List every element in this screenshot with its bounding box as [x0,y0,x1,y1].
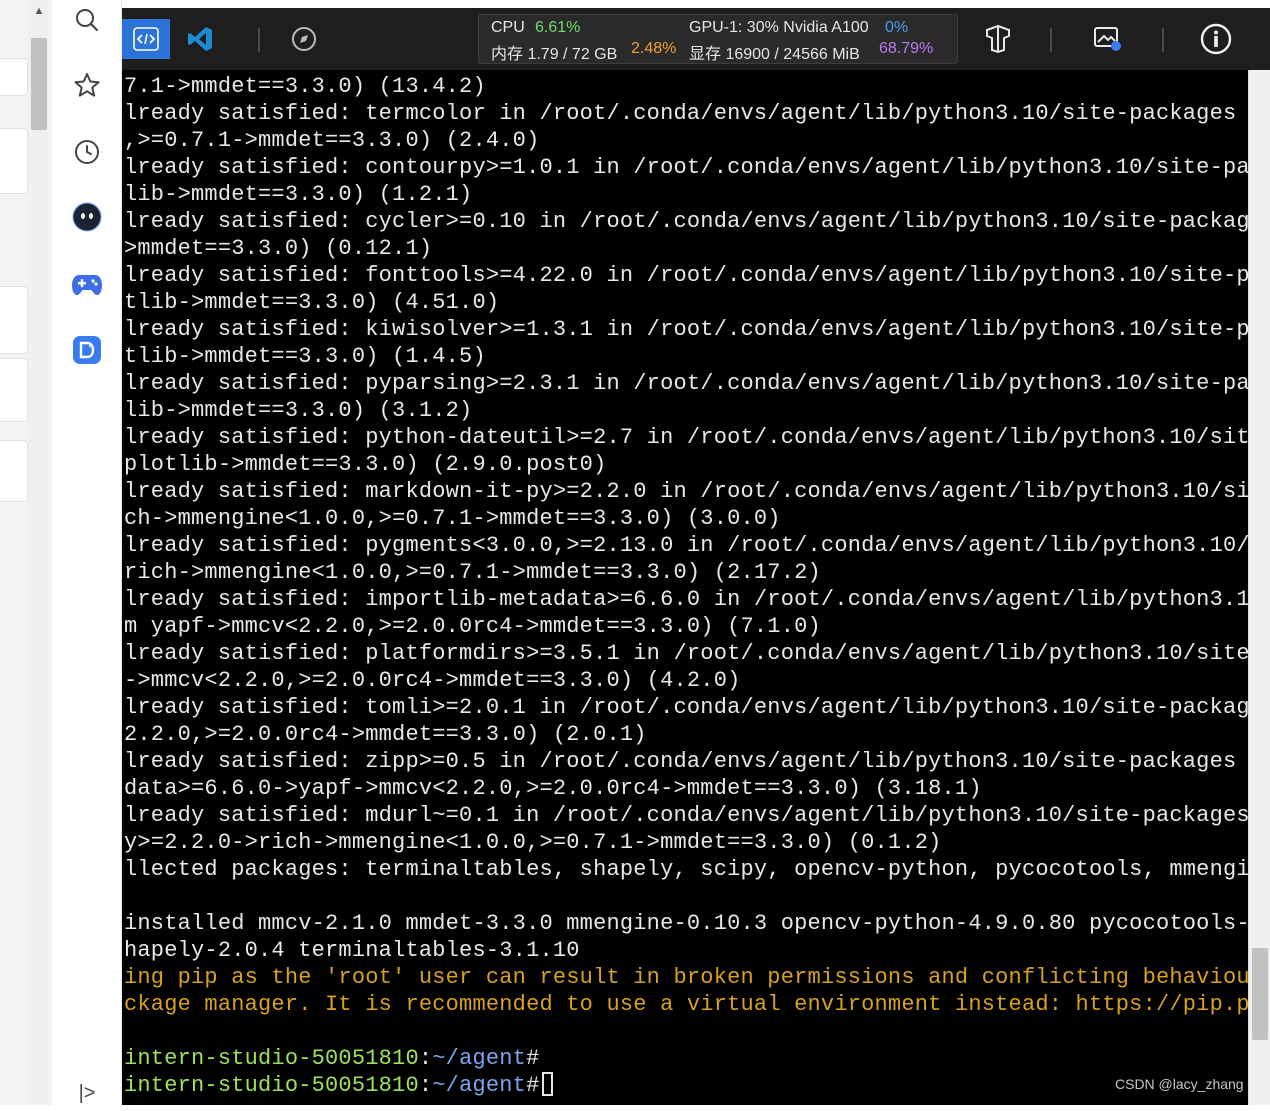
terminal-line: lready satisfied: platformdirs>=3.5.1 in… [124,641,1248,666]
strip-tab[interactable] [0,286,28,354]
vram-label: 显存 16900 / 24566 MiB [689,46,860,63]
prompt-symbol: # [526,1073,540,1098]
gpu-label: GPU-1: 30% Nvidia A100 [689,19,869,36]
prompt-symbol: # [526,1046,540,1071]
history-icon[interactable] [69,134,105,170]
terminal-line: lready satisfied: pygments<3.0.0,>=2.13.… [124,533,1248,558]
terminal-line: ,>=0.7.1->mmdet==3.3.0) (2.4.0) [124,128,540,153]
terminal-line: rich->mmengine<1.0.0,>=0.7.1->mmdet==3.3… [124,560,821,585]
mem-value: 2.48% [631,40,677,57]
strip-tab[interactable] [0,128,28,194]
resource-stats-panel: CPU 6.61% 内存 1.79 / 72 GB 2.48% GPU-1: 3… [478,14,958,64]
terminal-line: lready satisfied: termcolor in /root/.co… [124,101,1248,126]
terminal-line: lready satisfied: markdown-it-py>=2.2.0 … [124,479,1248,504]
app-icon[interactable] [69,332,105,368]
terminal-line: m yapf->mmcv<2.2.0,>=2.0.0rc4->mmdet==3.… [124,614,821,639]
terminal-line: lready satisfied: pyparsing>=2.3.1 in /r… [124,371,1248,396]
prompt-separator: : [418,1046,433,1071]
terminal-line: lib->mmdet==3.3.0) (1.2.1) [124,182,473,207]
compass-icon[interactable] [284,19,324,59]
terminal-line: lready satisfied: fonttools>=4.22.0 in /… [124,263,1248,288]
toolbar-separator [1050,28,1052,52]
gpu-value: 0% [885,19,909,36]
terminal-line: llected packages: terminaltables, shapel… [124,857,1248,882]
prompt-separator: : [418,1073,433,1098]
strip-tab[interactable] [0,58,28,96]
prompt-host: intern-studio-50051810 [124,1073,419,1098]
scrollbar-thumb[interactable] [31,38,47,130]
model-icon[interactable] [978,19,1018,59]
terminal-line: ->mmcv<2.2.0,>=2.0.0rc4->mmdet==3.3.0) (… [124,668,741,693]
terminal-line: lready satisfied: contourpy>=1.0.1 in /r… [124,155,1248,180]
image-icon[interactable] [1088,19,1128,59]
icon-sidebar: |> [52,0,122,1105]
terminal-scrollbar[interactable] [1248,70,1270,1105]
terminal-line: hapely-2.0.4 terminaltables-3.1.10 [124,938,580,963]
gamepad-icon[interactable] [69,266,105,302]
prompt-path: ~/agent [432,1046,527,1071]
terminal-line: lready satisfied: mdurl~=0.1 in /root/.c… [124,803,1248,828]
watermark: CSDN @lacy_zhang [1115,1076,1244,1092]
top-toolbar: CPU 6.61% 内存 1.79 / 72 GB 2.48% GPU-1: 3… [122,8,1270,70]
prompt-path: ~/agent [432,1073,527,1098]
toolbar-separator [258,28,260,52]
terminal-cursor [541,1072,553,1096]
terminal-line: 2.2.0,>=2.0.0rc4->mmdet==3.3.0) (2.0.1) [124,722,647,747]
search-icon[interactable] [69,2,105,38]
expand-sidebar-icon[interactable]: |> [69,1075,105,1111]
mem-label: 内存 1.79 / 72 GB [491,46,618,63]
vram-value: 68.79% [879,40,934,57]
expand-glyph: |> [78,1081,96,1104]
info-icon[interactable] [1196,19,1236,59]
bot-icon[interactable] [69,199,105,235]
vscode-icon[interactable] [180,19,220,59]
terminal-line: 7.1->mmdet==3.3.0) (13.4.2) [124,74,486,99]
terminal-warning-line: ing pip as the 'root' user can result in… [124,965,1248,990]
terminal-line: plotlib->mmdet==3.3.0) (2.9.0.post0) [124,452,607,477]
terminal-line: lready satisfied: cycler>=0.10 in /root/… [124,209,1248,234]
terminal-line: tlib->mmdet==3.3.0) (1.4.5) [124,344,486,369]
strip-scrollbar[interactable]: ▲ [28,0,50,1105]
scrollbar-thumb[interactable] [1252,948,1268,1040]
prompt-host: intern-studio-50051810 [124,1046,419,1071]
terminal-prompt-line: intern-studio-50051810:~/agent# [124,1072,1248,1099]
toolbar-top-edge [122,0,1270,8]
terminal-warning-line: ckage manager. It is recommended to use … [124,992,1248,1017]
terminal-line: tlib->mmdet==3.3.0) (4.51.0) [124,290,500,315]
terminal-line: lready satisfied: importlib-metadata>=6.… [124,587,1248,612]
left-browser-strip: ▲ [0,0,52,1105]
code-icon[interactable] [122,19,170,59]
terminal-prompt-line: intern-studio-50051810:~/agent# [124,1045,1248,1072]
terminal-line: lib->mmdet==3.3.0) (3.1.2) [124,398,473,423]
cpu-value: 6.61% [535,19,581,36]
toolbar-separator [1162,28,1164,52]
terminal-line: y>=2.2.0->rich->mmengine<1.0.0,>=0.7.1->… [124,830,942,855]
terminal-line: lready satisfied: zipp>=0.5 in /root/.co… [124,749,1248,774]
star-icon[interactable] [69,67,105,103]
cpu-label: CPU [491,19,525,36]
terminal-line: installed mmcv-2.1.0 mmdet-3.3.0 mmengin… [124,911,1248,936]
terminal-line: lready satisfied: kiwisolver>=1.3.1 in /… [124,317,1248,342]
strip-tab[interactable] [0,440,28,502]
strip-tab[interactable] [0,358,28,422]
terminal-line: lready satisfied: python-dateutil>=2.7 i… [124,425,1248,450]
terminal-line: lready satisfied: tomli>=2.0.1 in /root/… [124,695,1248,720]
terminal-output: 7.1->mmdet==3.3.0) (13.4.2) lready satisf… [124,73,1248,1099]
terminal[interactable]: 7.1->mmdet==3.3.0) (13.4.2) lready satisf… [122,70,1248,1105]
terminal-line: data>=6.6.0->yapf->mmcv<2.2.0,>=2.0.0rc4… [124,776,982,801]
terminal-line: >mmdet==3.3.0) (0.12.1) [124,236,433,261]
terminal-line: ch->mmengine<1.0.0,>=0.7.1->mmdet==3.3.0… [124,506,781,531]
scroll-up-icon[interactable]: ▲ [28,0,50,22]
